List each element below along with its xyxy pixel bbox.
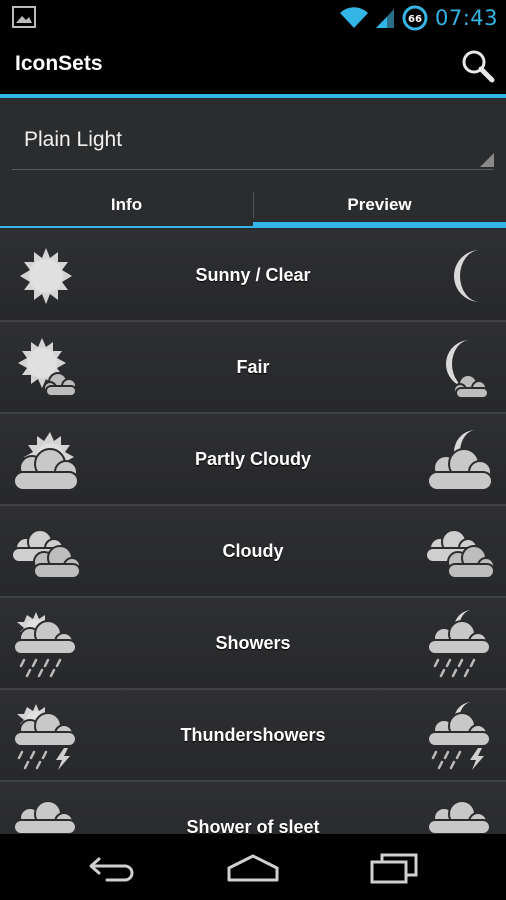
moon-cloud-thunder-icon xyxy=(427,702,491,770)
cloud-sleet-icon xyxy=(13,800,77,834)
spinner-arrow-icon xyxy=(480,153,494,167)
tab-preview[interactable]: Preview xyxy=(253,186,506,228)
moon-icon xyxy=(454,250,480,302)
list-item[interactable]: Fair xyxy=(0,322,506,414)
tab-info-label: Info xyxy=(110,195,143,214)
list-item[interactable]: Shower of sleet xyxy=(0,782,506,834)
tab-info[interactable]: Info xyxy=(0,186,253,228)
sun-cloud-thunder-icon xyxy=(13,704,77,770)
tab-preview-indicator xyxy=(253,222,506,228)
sun-small-cloud-icon xyxy=(18,338,77,397)
condition-label: Partly Cloudy xyxy=(194,448,312,469)
signal-icon xyxy=(375,9,394,28)
search-icon xyxy=(462,50,495,83)
recent-apps-icon xyxy=(370,853,418,884)
status-time: 07:43 xyxy=(434,6,498,30)
home-icon xyxy=(227,854,279,882)
status-bar: 66 07:43 xyxy=(0,0,506,36)
iconset-spinner[interactable]: Plain Light xyxy=(12,112,494,170)
cloud-sleet-icon xyxy=(427,800,491,834)
condition-label: Fair xyxy=(236,356,270,377)
condition-label: Shower of sleet xyxy=(186,816,320,835)
condition-list: Sunny / Clear Fair Partly Cloudy Cloudy … xyxy=(0,230,506,834)
list-item[interactable]: Partly Cloudy xyxy=(0,414,506,506)
picture-icon xyxy=(12,6,36,28)
status-icons: 66 07:43 xyxy=(339,0,498,36)
wifi-icon xyxy=(339,7,368,28)
content-area: Plain Light Info Preview Sunny / Clear F… xyxy=(0,98,506,834)
tab-info-indicator xyxy=(0,226,253,228)
moon-small-cloud-icon xyxy=(446,340,489,399)
moon-cloud-icon xyxy=(427,430,493,491)
sun-cloud-rain-icon xyxy=(13,612,77,678)
clouds-icon xyxy=(11,529,81,579)
condition-label: Showers xyxy=(215,632,291,653)
list-item[interactable]: Showers xyxy=(0,598,506,690)
sun-cloud-icon xyxy=(13,432,79,491)
list-item[interactable]: Cloudy xyxy=(0,506,506,598)
back-icon xyxy=(89,857,134,882)
condition-label: Thundershowers xyxy=(180,724,326,745)
clouds-icon xyxy=(425,529,495,579)
search-button[interactable] xyxy=(458,46,498,86)
condition-label: Cloudy xyxy=(222,540,284,561)
back-button[interactable] xyxy=(82,848,142,888)
list-item[interactable]: Sunny / Clear xyxy=(0,230,506,322)
list-item[interactable]: Thundershowers xyxy=(0,690,506,782)
tab-divider xyxy=(253,192,254,218)
action-bar: IconSets xyxy=(0,36,506,94)
battery-level: 66 xyxy=(408,14,422,25)
recent-apps-button[interactable] xyxy=(364,848,424,888)
battery-icon: 66 xyxy=(402,5,428,31)
app-title: IconSets xyxy=(15,52,103,75)
condition-label: Sunny / Clear xyxy=(195,264,311,285)
tab-preview-label: Preview xyxy=(347,195,412,214)
sun-icon xyxy=(20,248,72,304)
home-button[interactable] xyxy=(223,848,283,888)
spinner-selected-value: Plain Light xyxy=(24,128,123,151)
moon-cloud-rain-icon xyxy=(427,610,491,678)
tab-bar: Info Preview xyxy=(0,186,506,228)
navigation-bar xyxy=(0,834,506,900)
